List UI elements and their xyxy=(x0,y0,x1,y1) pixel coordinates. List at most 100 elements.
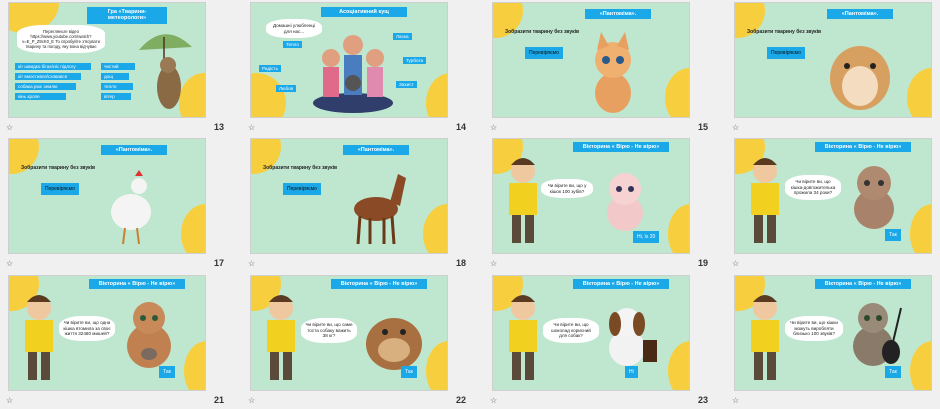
slide-title: Вікторина « Вірю - Не вірю» xyxy=(331,279,427,290)
slide-thumbnail-23[interactable]: Вікторина « Вірю - Не вірю» Чи вірите ви… xyxy=(484,273,714,409)
word-tag: Любов xyxy=(276,85,297,92)
slide-thumbnail-16[interactable]: «Пантоміма». Зобразити тварину без звукі… xyxy=(726,0,940,136)
star-icon: ☆ xyxy=(6,259,14,268)
slide-thumbnail-24[interactable]: Вікторина « Вірю - Не вірю» Чи вірите ви… xyxy=(726,273,940,409)
star-icon: ☆ xyxy=(6,123,14,132)
slide-thumbnail-21[interactable]: Вікторина « Вірю - Не вірю» Чи вірите ви… xyxy=(0,273,230,409)
star-icon: ☆ xyxy=(6,396,14,405)
slide-thumbnail-15[interactable]: «Пантоміма». Зобразити тварину без звукі… xyxy=(484,0,714,136)
slide-number: 23 xyxy=(697,395,708,405)
star-icon: ☆ xyxy=(732,396,740,405)
fluffy-cat-illustration xyxy=(854,166,894,229)
slide-title: «Пантоміма». xyxy=(585,9,651,20)
slide-number: 15 xyxy=(697,122,708,132)
cat-with-mouse-illustration xyxy=(127,302,171,368)
tag: собака рює землю xyxy=(15,83,76,90)
decor-blob xyxy=(426,73,447,117)
family-pets-illustration xyxy=(313,35,393,113)
question-bubble: Чи вірите ви, що у кішок 100 зубів? xyxy=(541,179,593,198)
slide-title: «Пантоміма». xyxy=(343,145,409,156)
star-icon: ☆ xyxy=(248,396,256,405)
decor-blob xyxy=(907,68,931,117)
slide-thumbnail-19[interactable]: Вікторина « Вірю - Не вірю» Чи вірите ви… xyxy=(484,136,714,272)
check-button[interactable]: Перевіряємо xyxy=(41,183,79,195)
slide-number: 22 xyxy=(455,395,466,405)
slide-title: Вікторина « Вірю - Не вірю» xyxy=(573,279,669,290)
tag: тепло xyxy=(101,83,133,90)
boy-illustration xyxy=(751,295,779,380)
slide-number: 17 xyxy=(213,258,224,268)
slide-thumbnail-13[interactable]: Гра «Тварини-метеорологи» Перегляньте ві… xyxy=(0,0,230,136)
check-button[interactable]: Перевіряємо xyxy=(283,183,321,195)
answer-button[interactable]: Так xyxy=(401,366,417,378)
slide-title: Вікторина « Вірю - Не вірю» xyxy=(815,142,911,153)
slide-thumbnail-18[interactable]: «Пантоміма». Зобразити тварину без звукі… xyxy=(242,136,472,272)
decor-blob xyxy=(910,341,931,390)
slide-canvas: Асоціативний кущ Домашні улюбленці для н… xyxy=(250,2,448,118)
left-tags: кіт швидко бігає/ніс підлогу кіт вмостив… xyxy=(15,63,91,100)
slide-canvas: Вікторина « Вірю - Не вірю» Чи вірите ви… xyxy=(250,275,448,391)
slide-thumbnail-17[interactable]: «Пантоміма». Зобразити тварину без звукі… xyxy=(0,136,230,272)
slide-prompt: Зобразити тварину без звуків xyxy=(505,29,580,35)
slide-title: Вікторина « Вірю - Не вірю» xyxy=(573,142,669,153)
answer-button[interactable]: Так xyxy=(885,366,901,378)
word-tag: Тепло xyxy=(283,41,302,48)
slide-text: Перегляньте відео https://www.youtube.co… xyxy=(17,25,105,54)
answer-button[interactable]: Ні xyxy=(625,366,638,378)
foal-illustration xyxy=(354,174,406,245)
slide-canvas: Гра «Тварини-метеорологи» Перегляньте ві… xyxy=(8,2,206,118)
star-icon: ☆ xyxy=(248,123,256,132)
slide-canvas: Вікторина « Вірю - Не вірю» Чи вірите ви… xyxy=(734,275,932,391)
check-button[interactable]: Перевіряємо xyxy=(767,47,805,59)
tag: дощ xyxy=(101,73,129,80)
decor-blob xyxy=(668,341,689,390)
star-icon: ☆ xyxy=(732,259,740,268)
decor-blob xyxy=(181,204,205,253)
slide-thumbnail-22[interactable]: Вікторина « Вірю - Не вірю» Чи вірите ви… xyxy=(242,273,472,409)
boy-illustration xyxy=(267,295,295,380)
slide-number: 19 xyxy=(697,258,708,268)
tag: кіт швидко бігає/ніс підлогу xyxy=(15,63,91,70)
star-icon: ☆ xyxy=(490,123,498,132)
boy-illustration xyxy=(25,295,53,380)
hamster-illustration xyxy=(830,46,890,110)
tag: кінь хропе xyxy=(15,93,66,100)
slide-thumbnail-20[interactable]: Вікторина « Вірю - Не вірю» Чи вірите ви… xyxy=(726,136,940,272)
tag: кіт вмостився/сховався xyxy=(15,73,81,80)
answer-button[interactable]: Так xyxy=(159,366,175,378)
slide-canvas: «Пантоміма». Зобразити тварину без звукі… xyxy=(8,138,206,254)
decor-blob xyxy=(665,68,689,117)
star-icon: ☆ xyxy=(490,259,498,268)
decor-blob xyxy=(910,204,931,253)
slide-title: Вікторина « Вірю - Не вірю» xyxy=(815,279,911,290)
slide-number: 18 xyxy=(455,258,466,268)
slide-title: Вікторина « Вірю - Не вірю» xyxy=(89,279,185,290)
slide-number: 14 xyxy=(455,122,466,132)
slide-canvas: «Пантоміма». Зобразити тварину без звукі… xyxy=(250,138,448,254)
slide-prompt: Зобразити тварину без звуків xyxy=(21,165,96,171)
kitten-illustration xyxy=(595,32,631,113)
boy-illustration xyxy=(509,158,537,243)
slide-canvas: Вікторина « Вірю - Не вірю» Чи вірите ви… xyxy=(492,138,690,254)
word-tag: Турбота xyxy=(403,57,427,64)
slide-title: Асоціативний кущ xyxy=(321,7,407,18)
puppy-chocolate-illustration xyxy=(609,308,657,366)
boy-illustration xyxy=(751,158,779,243)
slide-thumbnail-14[interactable]: Асоціативний кущ Домашні улюбленці для н… xyxy=(242,0,472,136)
slide-canvas: Вікторина « Вірю - Не вірю» Чи вірите ви… xyxy=(492,275,690,391)
slide-canvas: Вікторина « Вірю - Не вірю» Чи вірите ви… xyxy=(734,138,932,254)
boy-illustration xyxy=(509,295,537,380)
answer-button[interactable]: Так xyxy=(885,229,901,241)
slide-canvas: Вікторина « Вірю - Не вірю» Чи вірите ви… xyxy=(8,275,206,391)
question-bubble: Чи вірите ви, що шоколад корисний для со… xyxy=(543,318,599,343)
check-button[interactable]: Перевіряємо xyxy=(525,47,563,59)
slide-number: 13 xyxy=(213,122,224,132)
pink-kitten-illustration xyxy=(607,173,643,231)
cat-guitar-illustration xyxy=(853,303,902,366)
star-icon: ☆ xyxy=(732,123,740,132)
star-icon: ☆ xyxy=(490,396,498,405)
slide-number: 21 xyxy=(213,395,224,405)
slide-title: Гра «Тварини-метеорологи» xyxy=(87,7,167,24)
decor-blob xyxy=(423,204,447,253)
answer-button[interactable]: Ні, їх 20 xyxy=(633,231,660,243)
